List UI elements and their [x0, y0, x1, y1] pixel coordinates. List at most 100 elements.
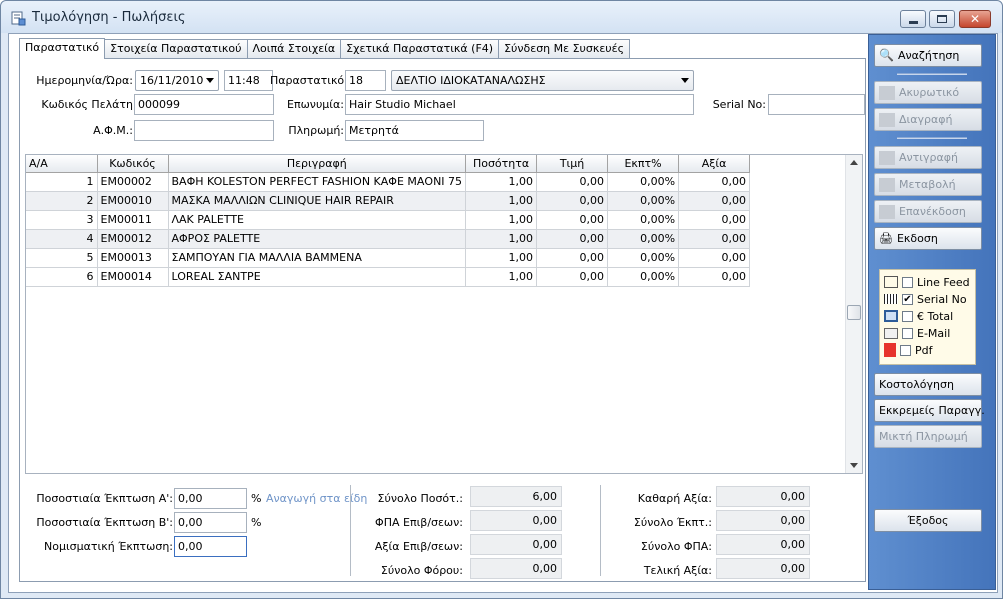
percent-a-label: % [251, 492, 262, 505]
modify-button[interactable]: Μεταβολή [874, 173, 982, 196]
cell-code: EM00014 [97, 267, 169, 287]
email-checkbox[interactable] [902, 327, 913, 339]
money-discount-field[interactable]: 0,00 [174, 536, 247, 557]
doc-label: Παραστατικό: [270, 74, 348, 87]
pdf-icon [884, 343, 896, 357]
delete-button[interactable]: Διαγραφή [874, 108, 982, 131]
serial-field[interactable] [768, 94, 865, 115]
search-button[interactable]: 🔍 Αναζήτηση [874, 44, 982, 67]
date-label: Ημερομηνία/Ώρα: [36, 74, 133, 87]
doc-type-select[interactable]: ΔΕΛΤΙΟ ΙΔΙΟΚΑΤΑΝΑΛΩΣΗΣ [391, 70, 694, 91]
vertical-scrollbar[interactable] [845, 155, 862, 473]
table-row[interactable]: 5 EM00013 ΣΑΜΠΟΥΑΝ ΓΙΑ ΜΑΛΛΙΑ ΒΑΜΜΕΝΑ 1,00 0… [26, 248, 751, 268]
tab-document[interactable]: Παραστατικό [19, 38, 106, 59]
divider [350, 485, 351, 576]
client-area: Παραστατικό Στοιχεία Παραστατικού Λοιπά … [8, 33, 998, 593]
issue-button[interactable]: 🖨 Εκδοση [874, 227, 982, 250]
document-panel: Ημερομηνία/Ώρα: 16/11/2010 11:48 Παραστα… [19, 58, 866, 582]
tab-other-details[interactable]: Λοιπά Στοιχεία [246, 39, 342, 58]
pdf-checkbox[interactable] [900, 344, 911, 356]
customer-code-field[interactable]: 000099 [134, 94, 274, 115]
reissue-button[interactable]: Επανέκδοση [874, 200, 982, 223]
minimize-icon [908, 20, 918, 24]
discount-b-field[interactable]: 0,00 [174, 512, 247, 533]
discount-a-label: Ποσοστιαία Έκπτωση Α': [36, 492, 173, 505]
issue-button-label: Εκδοση [896, 232, 938, 245]
net-value-label: Καθαρή Αξία: [637, 492, 712, 505]
close-button[interactable]: ✕ [959, 10, 991, 28]
minimize-button[interactable] [900, 10, 926, 28]
pending-orders-button[interactable]: Εκκρεμείς Παραγγ. [874, 399, 985, 422]
afm-field[interactable] [134, 120, 274, 141]
money-discount-label: Νομισματική Έκπτωση: [44, 540, 173, 553]
option-email[interactable]: E-Mail [884, 325, 950, 341]
cell-discount: 0,00% [607, 172, 680, 192]
total-tax-value: 0,00 [470, 558, 562, 579]
col-discount[interactable]: Εκπτ% [607, 155, 680, 173]
payment-field[interactable]: Μετρητά [345, 120, 484, 141]
delete-button-label: Διαγραφή [899, 113, 953, 126]
scroll-down-icon[interactable] [850, 463, 858, 468]
option-label: E-Mail [917, 326, 951, 340]
window-title: Τιμολόγηση - Πωλήσεις [32, 10, 186, 25]
line-feed-checkbox[interactable] [902, 276, 913, 288]
main-window: Τιμολόγηση - Πωλήσεις ✕ Παραστατικό Στοι… [0, 0, 1003, 599]
tab-related-documents[interactable]: Σχετικά Παραστατικά (F4) [340, 39, 500, 58]
scroll-up-icon[interactable] [850, 160, 858, 165]
total-qty-label: Σύνολο Ποσότ.: [377, 492, 463, 505]
option-euro-total[interactable]: € Total [884, 308, 953, 324]
discount-a-field[interactable]: 0,00 [174, 488, 247, 509]
cancel-doc-icon [879, 85, 895, 100]
cell-code: EM00011 [97, 210, 169, 230]
euro-total-checkbox[interactable] [902, 310, 913, 322]
col-value[interactable]: Αξία [678, 155, 751, 173]
col-code[interactable]: Κωδικός [97, 155, 169, 173]
option-serial-no[interactable]: ✔ Serial No [884, 291, 967, 307]
col-price[interactable]: Τιμή [536, 155, 609, 173]
tab-device-connection[interactable]: Σύνδεση Με Συσκευές [498, 39, 631, 58]
table-row[interactable]: 2 EM00010 ΜΑΣΚΑ ΜΑΛΛΙΩΝ CLINIQUE HAIR REPA… [26, 191, 751, 211]
payment-label: Πληρωμή: [288, 124, 344, 137]
table-row[interactable]: 6 EM00014 LOREAL ΣΑΝΤΡΕ 1,00 0,00 0,00% 0,00 [26, 267, 751, 287]
total-qty-value: 6,00 [470, 486, 562, 507]
reduce-to-items-link[interactable]: Αναγωγή στα είδη [266, 492, 367, 505]
cell-value: 0,00 [678, 267, 751, 287]
exit-button[interactable]: Έξοδος [874, 509, 982, 532]
maximize-button[interactable] [929, 10, 955, 28]
copy-button-label: Αντιγραφή [899, 151, 958, 164]
reissue-icon [879, 204, 895, 219]
cancel-document-button[interactable]: Ακυρωτικό [874, 81, 982, 104]
cell-value: 0,00 [678, 210, 751, 230]
time-field[interactable]: 11:48 [224, 70, 273, 91]
copy-button[interactable]: Αντιγραφή [874, 146, 982, 169]
col-quantity[interactable]: Ποσότητα [465, 155, 538, 173]
mixed-payment-button[interactable]: Μικτή Πληρωμή [874, 425, 982, 448]
cancel-button-label: Ακυρωτικό [899, 86, 960, 99]
tab-document-details[interactable]: Στοιχεία Παραστατικού [104, 39, 248, 58]
items-grid[interactable]: Α/Α Κωδικός Περιγραφή Ποσότητα Τιμή Εκπτ… [25, 154, 863, 474]
close-icon: ✕ [969, 12, 981, 26]
name-field[interactable]: Hair Studio Michael [345, 94, 694, 115]
option-line-feed[interactable]: Line Feed [884, 274, 970, 290]
scroll-thumb[interactable] [847, 305, 861, 320]
modify-button-label: Μεταβολή [899, 178, 956, 191]
table-row[interactable]: 3 EM00011 ΛΑΚ PALETTE 1,00 0,00 0,00% 0,00 [26, 210, 751, 230]
table-row[interactable]: 4 EM00012 ΑΦΡΟΣ PALETTE 1,00 0,00 0,00% 0,00 [26, 229, 751, 249]
mixed-payment-button-label: Μικτή Πληρωμή [879, 430, 968, 443]
title-bar[interactable]: Τιμολόγηση - Πωλήσεις ✕ [1, 1, 1002, 33]
col-description[interactable]: Περιγραφή [168, 155, 467, 173]
doc-number-field[interactable]: 18 [345, 70, 386, 91]
value-charges-label: Αξία Επιβ/σεων: [374, 540, 463, 553]
costing-button[interactable]: Κοστολόγηση [874, 373, 982, 396]
date-picker[interactable]: 16/11/2010 [135, 70, 219, 91]
serial-no-checkbox[interactable]: ✔ [902, 293, 913, 305]
copy-icon [879, 150, 895, 165]
discount-total-value: 0,00 [716, 510, 810, 531]
option-pdf[interactable]: Pdf [884, 342, 933, 358]
cell-discount: 0,00% [607, 229, 680, 249]
col-aa[interactable]: Α/Α [26, 155, 98, 173]
edit-icon [879, 177, 895, 192]
table-row[interactable]: 1 EM00002 ΒΑΦΗ KOLESTON PERFECT FASHION ΚΑ… [26, 172, 751, 192]
customer-code-label: Κωδικός Πελάτη [41, 98, 133, 111]
name-label: Επωνυμία: [287, 98, 344, 111]
